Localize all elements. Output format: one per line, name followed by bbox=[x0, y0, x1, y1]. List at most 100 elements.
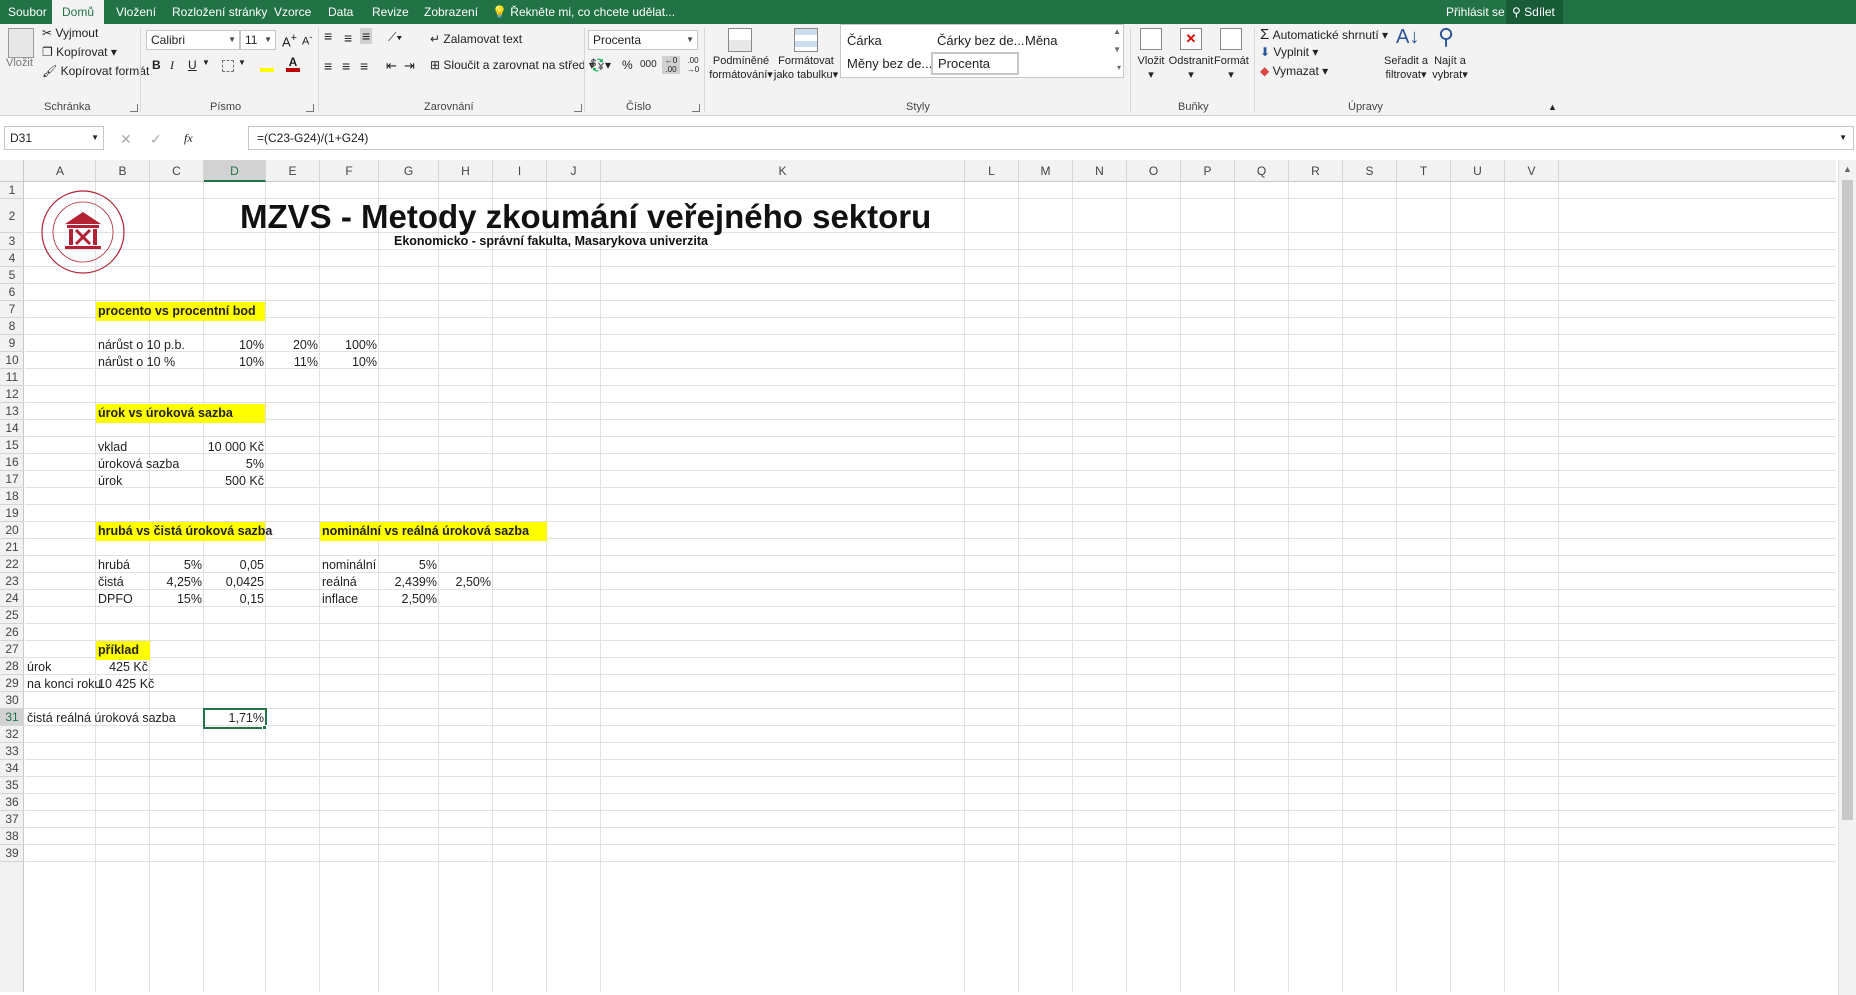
increase-decimal-icon[interactable]: ←0.00 bbox=[662, 56, 680, 74]
column-header-o[interactable]: O bbox=[1127, 160, 1181, 182]
row-header-36[interactable]: 36 bbox=[0, 794, 24, 811]
row-header-25[interactable]: 25 bbox=[0, 607, 24, 624]
column-header-v[interactable]: V bbox=[1505, 160, 1559, 182]
column-header-u[interactable]: U bbox=[1451, 160, 1505, 182]
style-comma-no-dec[interactable]: Čárky bez de... bbox=[937, 33, 1024, 48]
sort-filter-button[interactable]: Seřadit a filtrovat▾ bbox=[1384, 54, 1428, 82]
row-header-2[interactable]: 2 bbox=[0, 199, 24, 233]
chevron-down-icon[interactable]: ▼ bbox=[238, 58, 246, 67]
column-header-t[interactable]: T bbox=[1397, 160, 1451, 182]
tab-home[interactable]: Domů bbox=[52, 0, 105, 24]
fill-handle[interactable] bbox=[262, 725, 267, 730]
font-color-icon[interactable]: A bbox=[286, 56, 300, 72]
row-header-39[interactable]: 39 bbox=[0, 845, 24, 862]
underline-button[interactable]: U bbox=[188, 58, 197, 72]
tell-me-box[interactable]: 💡 Řekněte mi, co chcete udělat... bbox=[492, 0, 675, 24]
column-header-q[interactable]: Q bbox=[1235, 160, 1289, 182]
row-header-38[interactable]: 38 bbox=[0, 828, 24, 845]
column-header-l[interactable]: L bbox=[965, 160, 1019, 182]
font-size-select[interactable]: 11 ▼ bbox=[240, 30, 276, 50]
font-name-select[interactable]: Calibri ▼ bbox=[146, 30, 240, 50]
row-header-4[interactable]: 4 bbox=[0, 250, 24, 267]
shrink-font-icon[interactable]: A- bbox=[302, 32, 312, 48]
clear-button[interactable]: ◆ Vymazat ▾ bbox=[1260, 64, 1328, 78]
formula-input[interactable]: =(C23-G24)/(1+G24) ▼ bbox=[248, 126, 1854, 150]
select-all-corner[interactable] bbox=[0, 160, 24, 182]
align-top-icon[interactable]: ≡ bbox=[324, 28, 332, 44]
row-header-34[interactable]: 34 bbox=[0, 760, 24, 777]
row-header-26[interactable]: 26 bbox=[0, 624, 24, 641]
name-box[interactable]: D31 ▼ bbox=[4, 126, 104, 150]
increase-indent-icon[interactable]: ⇥ bbox=[404, 58, 415, 74]
tab-data[interactable]: Data bbox=[328, 0, 353, 24]
scroll-thumb[interactable] bbox=[1842, 180, 1853, 820]
row-header-20[interactable]: 20 bbox=[0, 522, 24, 539]
format-painter-button[interactable]: 🖌 Kopírovat formát bbox=[42, 64, 149, 78]
row-header-27[interactable]: 27 bbox=[0, 641, 24, 658]
clipboard-launcher-icon[interactable] bbox=[130, 104, 138, 112]
row-header-29[interactable]: 29 bbox=[0, 675, 24, 692]
column-header-c[interactable]: C bbox=[150, 160, 204, 182]
style-comma[interactable]: Čárka bbox=[847, 33, 882, 48]
row-header-17[interactable]: 17 bbox=[0, 471, 24, 488]
number-format-select[interactable]: Procenta ▼ bbox=[588, 30, 698, 50]
row-header-35[interactable]: 35 bbox=[0, 777, 24, 794]
column-header-n[interactable]: N bbox=[1073, 160, 1127, 182]
tab-file[interactable]: Soubor bbox=[8, 0, 47, 24]
row-header-9[interactable]: 9 bbox=[0, 335, 24, 352]
bold-button[interactable]: B bbox=[152, 58, 161, 72]
alignment-launcher-icon[interactable] bbox=[574, 104, 582, 112]
insert-cells-button[interactable]: Vložit ▾ bbox=[1136, 54, 1166, 82]
autosum-button[interactable]: Σ Automatické shrnutí ▾ bbox=[1260, 26, 1388, 43]
row-header-11[interactable]: 11 bbox=[0, 369, 24, 386]
enter-icon[interactable]: ✓ bbox=[150, 131, 162, 148]
share-button[interactable]: ⚲ Sdílet bbox=[1506, 0, 1563, 24]
row-header-18[interactable]: 18 bbox=[0, 488, 24, 505]
align-left-icon[interactable]: ≡ bbox=[324, 58, 332, 74]
vertical-scrollbar[interactable]: ▲ bbox=[1838, 160, 1856, 995]
italic-button[interactable]: I bbox=[170, 58, 174, 73]
align-center-icon[interactable]: ≡ bbox=[342, 58, 350, 74]
style-percent[interactable]: Procenta bbox=[931, 52, 1019, 75]
row-header-37[interactable]: 37 bbox=[0, 811, 24, 828]
cancel-icon[interactable]: ✕ bbox=[120, 131, 132, 148]
row-header-14[interactable]: 14 bbox=[0, 420, 24, 437]
delete-cells-button[interactable]: Odstranit ▾ bbox=[1168, 54, 1214, 82]
row-header-31[interactable]: 31 bbox=[0, 709, 24, 726]
format-cells-button[interactable]: Formát ▾ bbox=[1214, 54, 1249, 82]
column-header-f[interactable]: F bbox=[320, 160, 379, 182]
currency-icon[interactable]: 💱▾ bbox=[590, 58, 611, 72]
column-header-d[interactable]: D bbox=[204, 160, 266, 182]
style-currency-no-dec[interactable]: Měny bez de... bbox=[847, 56, 932, 71]
row-header-22[interactable]: 22 bbox=[0, 556, 24, 573]
row-header-12[interactable]: 12 bbox=[0, 386, 24, 403]
column-header-p[interactable]: P bbox=[1181, 160, 1235, 182]
row-header-8[interactable]: 8 bbox=[0, 318, 24, 335]
row-header-28[interactable]: 28 bbox=[0, 658, 24, 675]
cut-button[interactable]: ✂ Vyjmout bbox=[42, 26, 98, 40]
row-header-7[interactable]: 7 bbox=[0, 301, 24, 318]
row-header-13[interactable]: 13 bbox=[0, 403, 24, 420]
column-header-k[interactable]: K bbox=[601, 160, 965, 182]
row-header-15[interactable]: 15 bbox=[0, 437, 24, 454]
tab-insert[interactable]: Vložení bbox=[116, 0, 156, 24]
column-header-i[interactable]: I bbox=[493, 160, 547, 182]
percent-button[interactable]: % bbox=[622, 58, 633, 72]
column-header-r[interactable]: R bbox=[1289, 160, 1343, 182]
tab-review[interactable]: Revize bbox=[372, 0, 409, 24]
row-header-10[interactable]: 10 bbox=[0, 352, 24, 369]
orientation-icon[interactable]: ⟋▾ bbox=[388, 30, 402, 45]
decrease-indent-icon[interactable]: ⇤ bbox=[386, 58, 397, 74]
column-header-j[interactable]: J bbox=[547, 160, 601, 182]
row-header-33[interactable]: 33 bbox=[0, 743, 24, 760]
paste-button[interactable]: Vložit bbox=[6, 56, 33, 70]
grow-font-icon[interactable]: A+ bbox=[282, 32, 297, 49]
row-header-5[interactable]: 5 bbox=[0, 267, 24, 284]
column-header-s[interactable]: S bbox=[1343, 160, 1397, 182]
row-header-21[interactable]: 21 bbox=[0, 539, 24, 556]
align-bottom-icon[interactable]: ≡ bbox=[360, 28, 373, 44]
thousands-button[interactable]: 000 bbox=[640, 59, 657, 70]
chevron-down-icon[interactable]: ▼ bbox=[202, 58, 210, 67]
tab-formulas[interactable]: Vzorce bbox=[274, 0, 311, 24]
merge-center-button[interactable]: ⊞ Sloučit a zarovnat na střed ▾ bbox=[430, 58, 595, 72]
